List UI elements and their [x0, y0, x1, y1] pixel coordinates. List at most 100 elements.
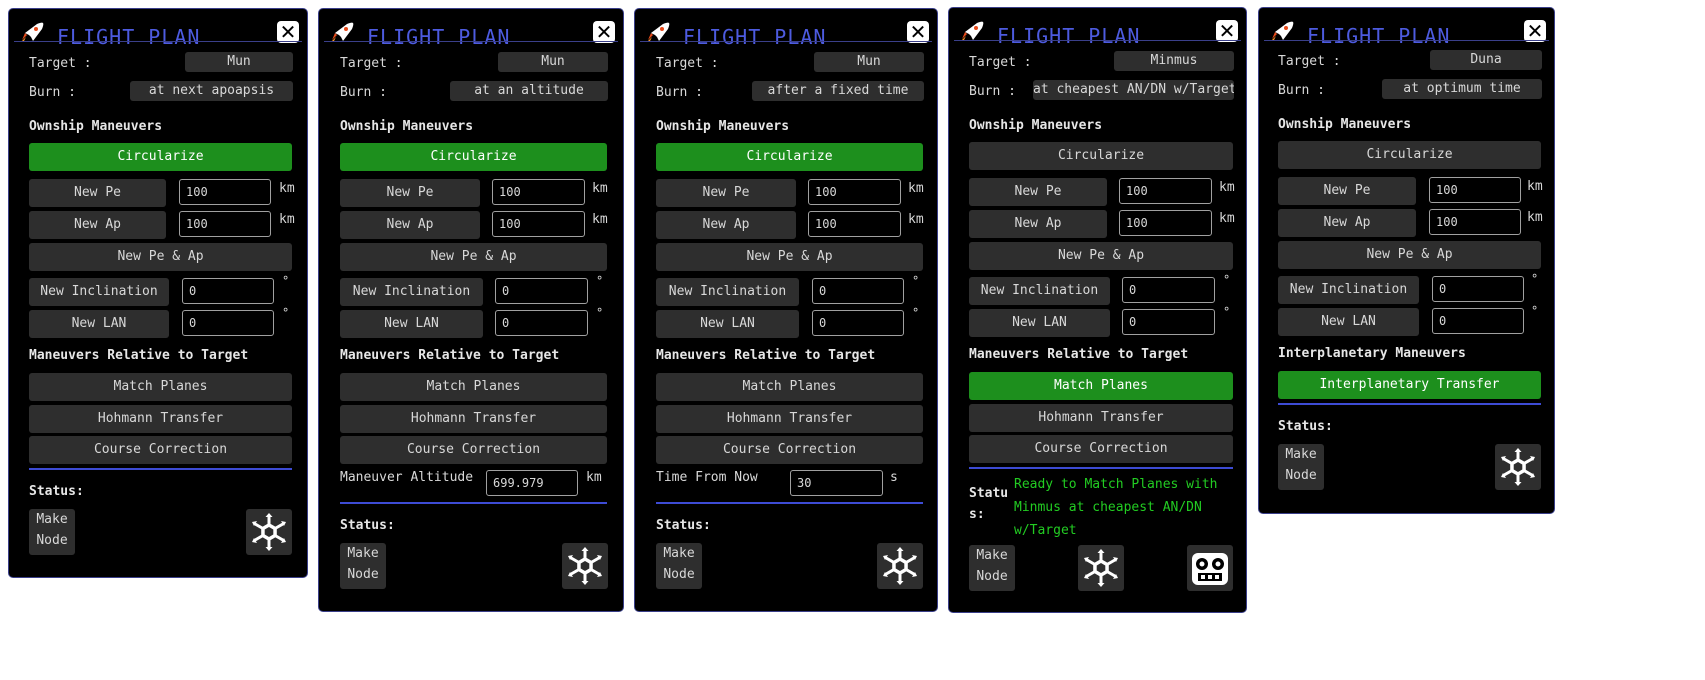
target-selector[interactable]: Minmus	[1114, 51, 1234, 71]
new-lan-field[interactable]: 0	[182, 310, 274, 336]
new-inclination-button[interactable]: New Inclination	[29, 278, 169, 306]
new-inclination-field[interactable]: 0	[182, 278, 274, 304]
new-pe-field[interactable]: 100	[1429, 177, 1521, 203]
new-pe-ap-button[interactable]: New Pe & Ap	[969, 242, 1233, 270]
new-ap-button[interactable]: New Ap	[340, 211, 480, 239]
hohmann-transfer-button[interactable]: Hohmann Transfer	[656, 405, 923, 433]
circularize-button[interactable]: Circularize	[656, 143, 923, 171]
maneuver-node-icon[interactable]	[562, 543, 608, 589]
new-lan-button[interactable]: New LAN	[1278, 308, 1419, 336]
make-node-button[interactable]: Make Node	[340, 543, 386, 589]
circularize-button[interactable]: Circularize	[29, 143, 292, 171]
target-selector[interactable]: Mun	[814, 52, 924, 72]
circularize-button[interactable]: Circularize	[1278, 141, 1541, 169]
make-node-label-1: Make	[1285, 447, 1317, 462]
maneuver-node-icon[interactable]	[877, 543, 923, 589]
new-ap-button[interactable]: New Ap	[969, 210, 1107, 238]
new-inclination-button[interactable]: New Inclination	[969, 277, 1110, 305]
new-pe-field[interactable]: 100	[179, 179, 271, 205]
new-pe-button[interactable]: New Pe	[340, 179, 480, 207]
make-node-button[interactable]: Make Node	[969, 545, 1015, 591]
burn-selector[interactable]: at an altitude	[450, 81, 608, 101]
new-ap-field[interactable]: 100	[808, 211, 901, 237]
new-pe-button[interactable]: New Pe	[969, 178, 1107, 206]
new-pe-button[interactable]: New Pe	[1278, 177, 1416, 205]
maneuver-altitude-field[interactable]: 699.979	[486, 470, 578, 496]
new-lan-field[interactable]: 0	[1122, 309, 1215, 335]
new-ap-field[interactable]: 100	[492, 211, 585, 237]
make-node-button[interactable]: Make Node	[29, 509, 75, 555]
make-node-button[interactable]: Make Node	[1278, 444, 1324, 490]
status-label-part-1: Statu	[969, 486, 1009, 501]
close-button[interactable]: ✕	[907, 21, 929, 43]
burn-selector[interactable]: at next apoapsis	[130, 81, 293, 101]
maneuver-node-icon[interactable]	[1495, 444, 1541, 490]
new-lan-field[interactable]: 0	[495, 310, 588, 336]
new-ap-field[interactable]: 100	[1429, 209, 1521, 235]
hohmann-transfer-button[interactable]: Hohmann Transfer	[969, 404, 1233, 432]
course-correction-button[interactable]: Course Correction	[969, 435, 1233, 463]
time-from-now-field[interactable]: 30	[790, 470, 883, 496]
new-inclination-field[interactable]: 0	[812, 278, 904, 304]
hohmann-transfer-button[interactable]: Hohmann Transfer	[29, 405, 292, 433]
new-inclination-button[interactable]: New Inclination	[656, 278, 799, 306]
new-pe-field[interactable]: 100	[1119, 178, 1212, 204]
course-correction-button[interactable]: Course Correction	[29, 436, 292, 464]
new-inclination-button[interactable]: New Inclination	[340, 278, 483, 306]
status-line-1: Ready to Match Planes with	[1014, 477, 1218, 492]
burn-selector[interactable]: after a fixed time	[752, 81, 924, 101]
match-planes-button[interactable]: Match Planes	[969, 372, 1233, 400]
course-correction-button[interactable]: Course Correction	[340, 436, 607, 464]
target-selector[interactable]: Mun	[498, 52, 608, 72]
course-correction-button[interactable]: Course Correction	[656, 436, 923, 464]
new-ap-button[interactable]: New Ap	[656, 211, 796, 239]
new-lan-field[interactable]: 0	[1432, 308, 1524, 334]
burn-selector[interactable]: at cheapest AN/DN w/Target	[1033, 80, 1234, 100]
make-node-button[interactable]: Make Node	[656, 543, 702, 589]
new-pe-ap-button[interactable]: New Pe & Ap	[340, 243, 607, 271]
new-ap-button[interactable]: New Ap	[1278, 209, 1416, 237]
close-button[interactable]: ✕	[1216, 20, 1238, 42]
new-pe-field[interactable]: 100	[808, 179, 901, 205]
relative-header: Maneuvers Relative to Target	[340, 348, 560, 363]
match-planes-button[interactable]: Match Planes	[340, 373, 607, 401]
new-lan-button[interactable]: New LAN	[340, 310, 483, 338]
new-inclination-field[interactable]: 0	[495, 278, 588, 304]
target-selector[interactable]: Mun	[185, 52, 293, 72]
new-pe-ap-button[interactable]: New Pe & Ap	[29, 243, 292, 271]
new-lan-field[interactable]: 0	[812, 310, 904, 336]
match-planes-button[interactable]: Match Planes	[29, 373, 292, 401]
close-button[interactable]: ✕	[593, 21, 615, 43]
rocket-icon	[1269, 20, 1295, 42]
section-divider	[656, 502, 923, 504]
target-selector[interactable]: Duna	[1430, 50, 1542, 70]
new-ap-field[interactable]: 100	[179, 211, 271, 237]
new-inclination-field[interactable]: 0	[1122, 277, 1215, 303]
maneuver-node-icon[interactable]	[1078, 545, 1124, 591]
new-lan-button[interactable]: New LAN	[656, 310, 799, 338]
relative-header: Maneuvers Relative to Target	[29, 348, 249, 363]
close-button[interactable]: ✕	[277, 21, 299, 43]
new-pe-ap-button[interactable]: New Pe & Ap	[656, 243, 923, 271]
maneuver-node-icon[interactable]	[246, 509, 292, 555]
new-lan-button[interactable]: New LAN	[969, 309, 1110, 337]
burn-selector[interactable]: at optimum time	[1382, 79, 1542, 99]
new-pe-field[interactable]: 100	[492, 179, 585, 205]
make-node-label-1: Make	[36, 512, 68, 527]
new-ap-field[interactable]: 100	[1119, 210, 1212, 236]
new-lan-button[interactable]: New LAN	[29, 310, 169, 338]
new-inclination-button[interactable]: New Inclination	[1278, 276, 1419, 304]
close-button[interactable]: ✕	[1524, 20, 1546, 42]
make-node-label-2: Node	[663, 567, 695, 582]
autopilot-robot-icon[interactable]	[1187, 545, 1233, 591]
interplanetary-transfer-button[interactable]: Interplanetary Transfer	[1278, 371, 1541, 399]
hohmann-transfer-button[interactable]: Hohmann Transfer	[340, 405, 607, 433]
new-inclination-field[interactable]: 0	[1432, 276, 1524, 302]
match-planes-button[interactable]: Match Planes	[656, 373, 923, 401]
new-pe-ap-button[interactable]: New Pe & Ap	[1278, 241, 1541, 269]
new-ap-button[interactable]: New Ap	[29, 211, 166, 239]
circularize-button[interactable]: Circularize	[340, 143, 607, 171]
new-pe-button[interactable]: New Pe	[29, 179, 166, 207]
circularize-button[interactable]: Circularize	[969, 142, 1233, 170]
new-pe-button[interactable]: New Pe	[656, 179, 796, 207]
